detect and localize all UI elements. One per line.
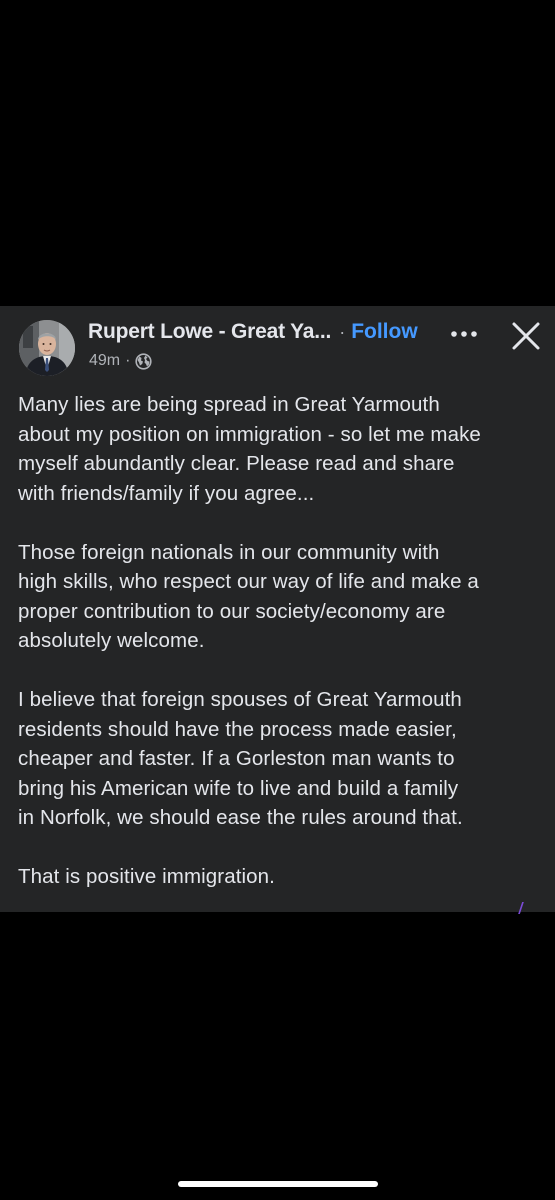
author-avatar[interactable] bbox=[19, 320, 75, 376]
close-icon[interactable] bbox=[510, 320, 542, 352]
edge-mark-icon bbox=[518, 902, 524, 914]
more-options-icon[interactable] bbox=[447, 322, 481, 346]
post-header: Rupert Lowe - Great Ya... · Follow bbox=[88, 317, 418, 347]
header-separator: · bbox=[339, 321, 346, 342]
post-body: Many lies are being spread in Great Yarm… bbox=[18, 390, 548, 921]
post-paragraph-2: Those foreign nationals in our community… bbox=[18, 540, 479, 653]
post-time[interactable]: 49m bbox=[89, 352, 120, 370]
globe-icon bbox=[135, 352, 153, 370]
meta-separator: · bbox=[125, 352, 131, 369]
post-card: Rupert Lowe - Great Ya... · Follow 49m ·… bbox=[0, 306, 555, 914]
follow-button[interactable]: Follow bbox=[351, 320, 418, 344]
home-indicator[interactable] bbox=[178, 1181, 378, 1187]
post-paragraph-3: I believe that foreign spouses of Great … bbox=[18, 688, 463, 829]
avatar-photo bbox=[19, 320, 75, 376]
post-paragraph-4: That is positive immigration. bbox=[18, 865, 275, 888]
post-paragraph-1: Many lies are being spread in Great Yarm… bbox=[18, 393, 481, 505]
author-name[interactable]: Rupert Lowe - Great Ya... bbox=[88, 320, 331, 344]
post-meta: 49m · bbox=[89, 350, 153, 372]
top-black-area bbox=[0, 0, 555, 306]
